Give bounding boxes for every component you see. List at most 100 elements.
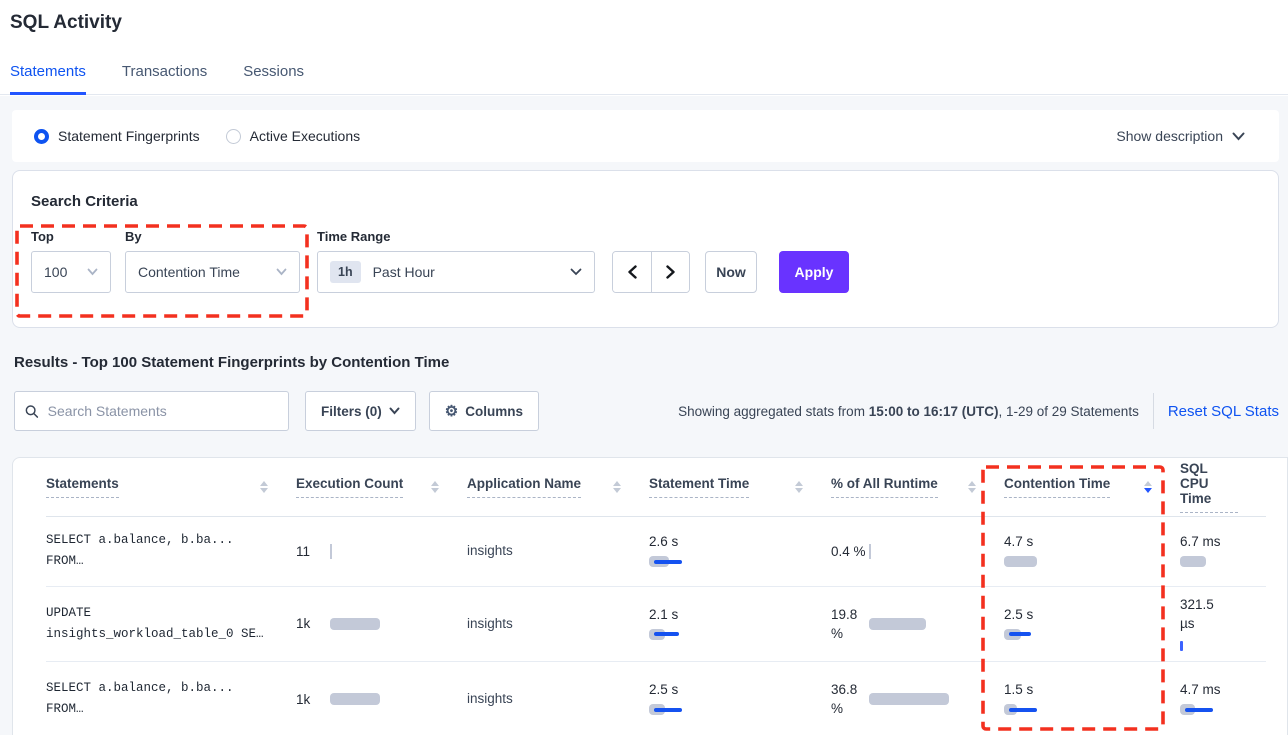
view-toggle-strip: Statement Fingerprints Active Executions… — [12, 110, 1279, 162]
results-title: Results - Top 100 Statement Fingerprints… — [14, 354, 1288, 371]
search-statements-field[interactable] — [14, 391, 289, 431]
bar-gray — [869, 693, 949, 705]
bar-gray — [330, 618, 380, 630]
bar-blue-line — [654, 560, 682, 564]
time-prev-button[interactable] — [613, 252, 651, 292]
metric-value: 1k — [296, 692, 330, 707]
statements-cell: SELECT a.balance, b.ba...FROM… — [46, 516, 296, 586]
metric-value: 2.5 s — [649, 682, 678, 697]
time-range-value: Past Hour — [373, 264, 435, 280]
application-name-value: insights — [467, 616, 513, 631]
bar-gray — [869, 618, 926, 630]
metric-bar — [1004, 555, 1037, 568]
bar-gray — [330, 693, 380, 705]
bar-gray — [1180, 556, 1206, 567]
apply-button[interactable]: Apply — [779, 251, 849, 293]
columns-button[interactable]: ⚙ Columns — [429, 391, 539, 431]
sort-icon-active-desc[interactable] — [1144, 481, 1152, 494]
sql-cpu-time-cell: 321.5µs — [1180, 586, 1266, 661]
chevron-down-icon — [570, 268, 582, 276]
col-header-execution-count[interactable]: Execution Count — [296, 476, 403, 498]
contention-time-cell: 1.5 s — [1004, 661, 1180, 735]
col-header-pct-runtime[interactable]: % of All Runtime — [831, 476, 938, 498]
tab-transactions[interactable]: Transactions — [122, 63, 207, 95]
application-name-cell: insights — [467, 661, 649, 735]
metric-value: 19.8% — [831, 605, 869, 643]
metric-bar — [1180, 703, 1195, 716]
time-range-select[interactable]: 1h Past Hour — [317, 251, 595, 293]
radio-unselected-icon — [226, 129, 241, 144]
bar-blue-line — [654, 632, 679, 636]
filters-label: Filters (0) — [321, 404, 382, 419]
sort-icon[interactable] — [260, 481, 268, 494]
table-header-row: Statements Execution Count Application N… — [46, 458, 1266, 516]
pct-runtime-cell: 36.8% — [831, 661, 1004, 735]
chevron-right-icon — [665, 265, 676, 279]
radio-active-executions[interactable]: Active Executions — [226, 128, 361, 144]
metric-value: 36.8% — [831, 680, 869, 718]
statement-time-cell: 2.5 s — [649, 661, 831, 735]
by-value: Contention Time — [138, 264, 240, 280]
reset-sql-stats-link[interactable]: Reset SQL Stats — [1168, 403, 1279, 420]
metric-bar — [649, 703, 665, 716]
page-body: Statement Fingerprints Active Executions… — [0, 96, 1288, 735]
col-header-sql-cpu-time[interactable]: SQL CPU Time — [1180, 461, 1238, 513]
results-toolbar: Filters (0) ⚙ Columns Showing aggregated… — [14, 391, 1279, 431]
sort-icon[interactable] — [431, 481, 439, 494]
execution-count-cell: 1k — [296, 586, 467, 661]
statement-time-cell: 2.1 s — [649, 586, 831, 661]
sort-icon[interactable] — [613, 481, 621, 494]
execution-count-cell: 1k — [296, 661, 467, 735]
contention-time-cell: 4.7 s — [1004, 516, 1180, 586]
filters-button[interactable]: Filters (0) — [305, 391, 416, 431]
radio-statement-fingerprints[interactable]: Statement Fingerprints — [34, 128, 200, 144]
bar-blue-line — [1009, 632, 1031, 636]
chevron-down-icon — [276, 268, 287, 276]
radio-label: Statement Fingerprints — [58, 128, 200, 144]
bar-blue-line — [1009, 708, 1037, 712]
statements-cell: SELECT a.balance, b.ba...FROM… — [46, 661, 296, 735]
metric-bar — [1180, 555, 1206, 568]
by-select[interactable]: Contention Time — [125, 251, 300, 293]
show-description-toggle[interactable]: Show description — [1116, 128, 1245, 144]
top-select[interactable]: 100 — [31, 251, 111, 293]
now-button[interactable]: Now — [705, 251, 757, 293]
col-header-statement-time[interactable]: Statement Time — [649, 476, 749, 498]
table-row: SELECT a.balance, b.ba...FROM…11insights… — [46, 516, 1266, 586]
metric-value: 321.5µs — [1180, 595, 1214, 633]
table-row: SELECT a.balance, b.ba...FROM…1k insights… — [46, 661, 1266, 735]
metric-value: 1.5 s — [1004, 682, 1033, 697]
search-criteria-card: Search Criteria Top 100 By Contention Ti… — [12, 170, 1279, 328]
metric-bar — [330, 617, 380, 630]
sort-icon[interactable] — [795, 481, 803, 494]
tab-statements[interactable]: Statements — [10, 63, 86, 95]
col-header-contention-time[interactable]: Contention Time — [1004, 476, 1110, 498]
search-statements-input[interactable] — [48, 403, 278, 419]
time-next-button[interactable] — [651, 252, 689, 292]
metric-bar — [330, 545, 332, 558]
statement-fingerprint-link[interactable]: SELECT a.balance, b.ba...FROM… — [46, 530, 296, 572]
metric-value: 2.6 s — [649, 534, 678, 549]
execution-count-cell: 11 — [296, 516, 467, 586]
statement-fingerprint-link[interactable]: UPDATEinsights_workload_table_0 SE… — [46, 603, 296, 645]
pct-runtime-cell: 0.4 % — [831, 516, 1004, 586]
metric-bar — [330, 693, 380, 706]
chevron-down-icon — [87, 268, 98, 276]
bar-blue-line — [654, 708, 682, 712]
sort-icon[interactable] — [968, 481, 976, 494]
chevron-down-icon — [389, 407, 400, 415]
metric-bar — [869, 617, 926, 630]
application-name-value: insights — [467, 691, 513, 706]
col-header-statements[interactable]: Statements — [46, 476, 119, 498]
table-row: UPDATEinsights_workload_table_0 SE…1kins… — [46, 586, 1266, 661]
statements-table: Statements Execution Count Application N… — [46, 458, 1266, 735]
metric-value: 0.4 % — [831, 544, 869, 559]
top-label: Top — [31, 229, 111, 244]
top-value: 100 — [44, 264, 67, 280]
statement-fingerprint-link[interactable]: SELECT a.balance, b.ba...FROM… — [46, 678, 296, 720]
search-criteria-title: Search Criteria — [31, 193, 1278, 210]
tab-sessions[interactable]: Sessions — [243, 63, 304, 95]
col-header-application-name[interactable]: Application Name — [467, 476, 581, 498]
chevron-left-icon — [627, 265, 638, 279]
radio-selected-icon — [34, 129, 49, 144]
